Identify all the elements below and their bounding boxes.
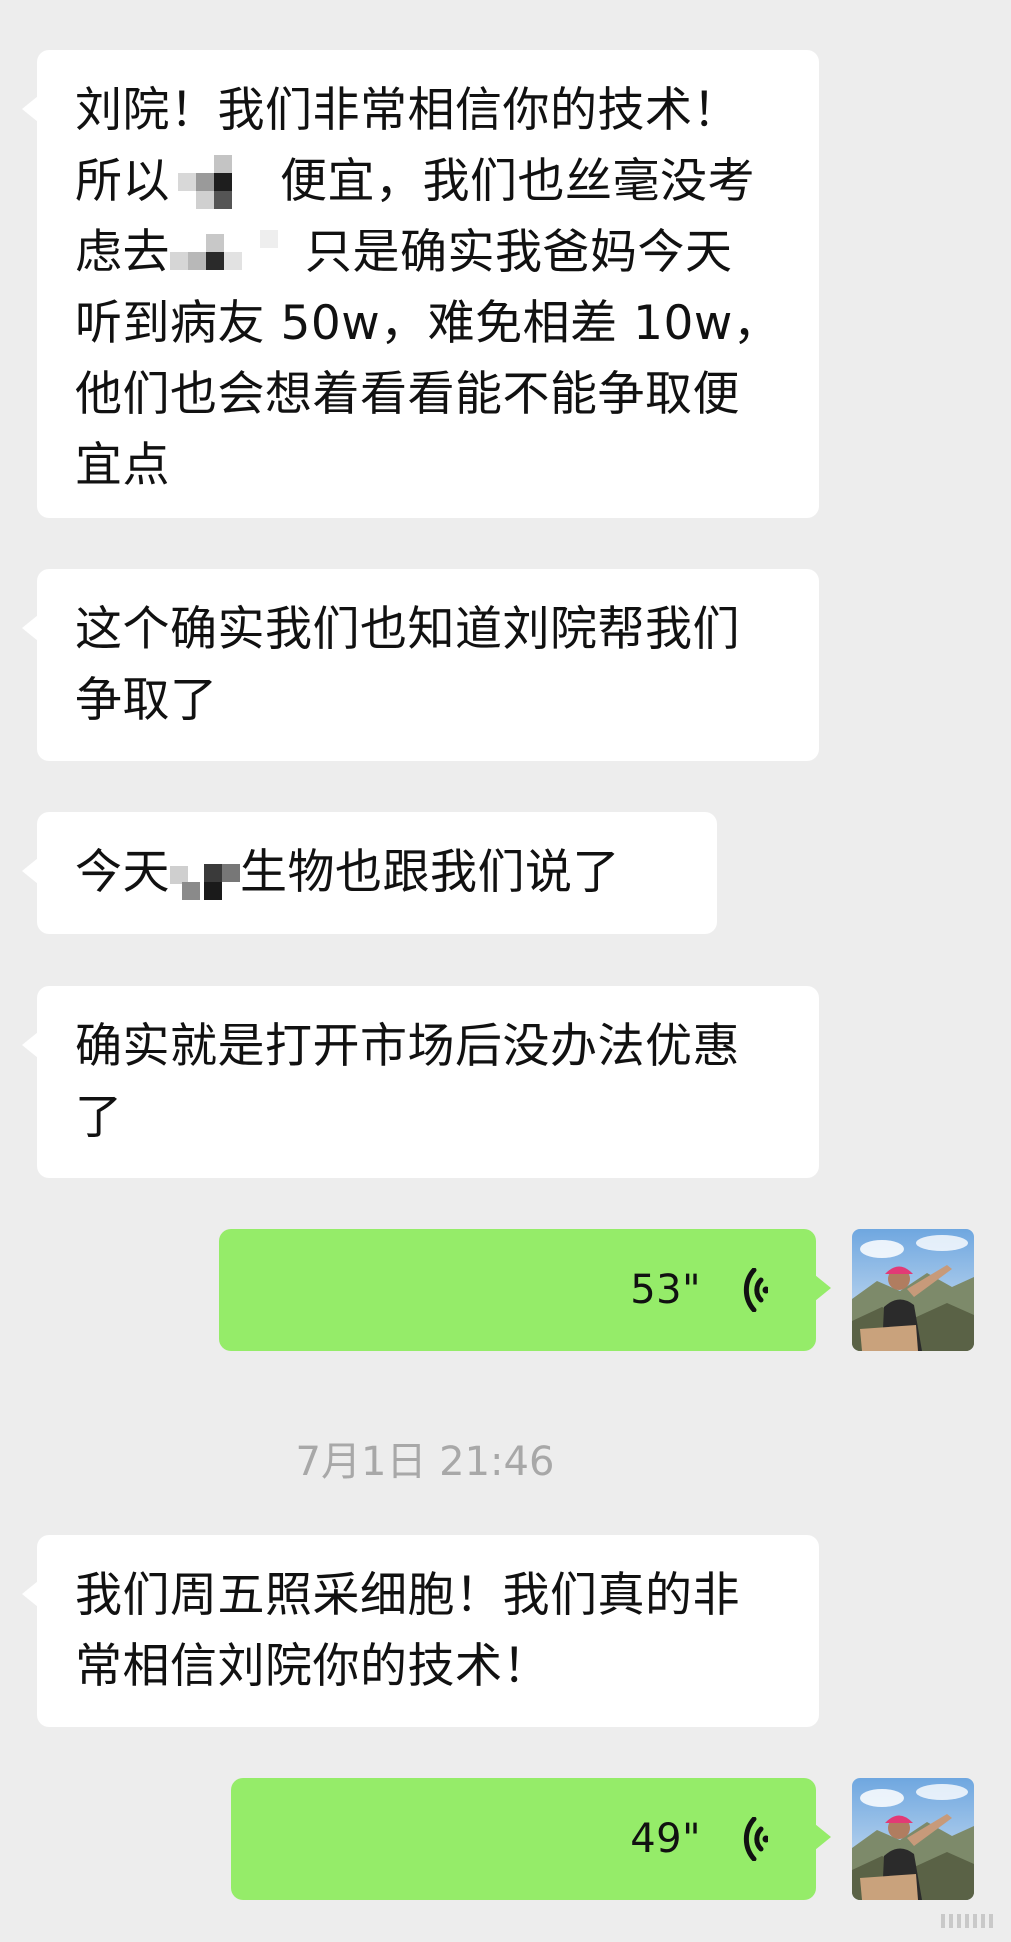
voice-duration: 53" <box>630 1267 701 1313</box>
voice-message-outgoing[interactable]: 53" <box>219 1229 831 1351</box>
message-text-line: 所以 便宜，我们也丝毫没考 <box>75 146 781 217</box>
message-text-line: 这个确实我们也知道刘院帮我们 <box>75 602 740 657</box>
message-text-line: 听到病友 50w，难免相差 10w， <box>75 296 781 351</box>
chat-timestamp: 7月1日 21:46 <box>295 1439 555 1485</box>
message-text-line: 了 <box>75 1090 123 1145</box>
mosaic-redaction-icon <box>170 151 280 209</box>
message-bubble-incoming[interactable]: 今天 生物也跟我们说了 <box>22 812 717 934</box>
message-text-line: 宜点 <box>75 438 170 493</box>
message-text-fragment: 便宜，我们也丝毫没考 <box>280 154 755 209</box>
voice-duration: 49" <box>630 1816 701 1862</box>
message-text-fragment: 虑去 <box>75 225 170 280</box>
user-avatar[interactable] <box>852 1778 974 1900</box>
message-text-fragment: 今天 <box>75 845 170 900</box>
message-bubble-incoming[interactable]: 刘院！我们非常相信你的技术！ 所以 便宜，我们也丝毫没考 虑去 只是确实我爸妈今… <box>22 50 819 518</box>
voice-message-outgoing[interactable]: 49" <box>231 1778 831 1900</box>
message-text-line: 争取了 <box>75 673 218 728</box>
user-avatar[interactable] <box>852 1229 974 1351</box>
message-bubble-incoming[interactable]: 确实就是打开市场后没办法优惠 了 <box>22 986 819 1178</box>
avatar-photo <box>852 1229 974 1351</box>
message-text-fragment: 所以 <box>75 154 170 209</box>
voice-wave-icon <box>743 1817 768 1861</box>
message-bubble-incoming[interactable]: 我们周五照采细胞！我们真的非 常相信刘院你的技术！ <box>22 1535 819 1727</box>
message-text-line: 今天 生物也跟我们说了 <box>75 837 679 908</box>
avatar-photo <box>852 1778 974 1900</box>
message-bubble-incoming[interactable]: 这个确实我们也知道刘院帮我们 争取了 <box>22 569 819 761</box>
message-text-line: 常相信刘院你的技术！ <box>75 1639 550 1694</box>
message-text-fragment: 生物也跟我们说了 <box>240 845 620 900</box>
watermark-logo <box>941 1914 993 1928</box>
message-text-line: 他们也会想着看看能不能争取便 <box>75 367 740 422</box>
mosaic-redaction-icon <box>170 222 305 278</box>
mosaic-redaction-icon <box>170 842 240 900</box>
message-text-fragment: 只是确实我爸妈今天 <box>305 225 733 280</box>
message-text-line: 刘院！我们非常相信你的技术！ <box>75 83 740 138</box>
message-text-line: 我们周五照采细胞！我们真的非 <box>75 1568 740 1623</box>
message-text-line: 确实就是打开市场后没办法优惠 <box>75 1019 740 1074</box>
voice-wave-icon <box>743 1268 768 1312</box>
message-text-line: 虑去 只是确实我爸妈今天 <box>75 217 781 288</box>
